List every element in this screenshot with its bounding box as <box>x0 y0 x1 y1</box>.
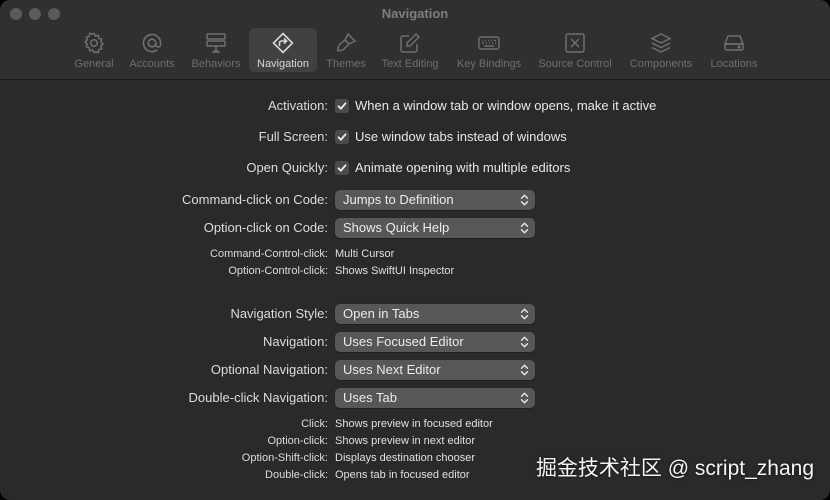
tab-label: Behaviors <box>191 58 241 70</box>
option-control-click-label: Option-Control-click: <box>228 265 328 277</box>
navigation-style-label: Navigation Style: <box>230 306 328 321</box>
tab-label: Key Bindings <box>456 58 522 70</box>
option-click-label: Option-click on Code: <box>203 220 328 235</box>
option-click-info-value: Shows preview in next editor <box>335 435 476 447</box>
click-info-value: Shows preview in focused editor <box>335 418 493 430</box>
navigation-icon <box>272 32 294 54</box>
gear-icon <box>83 32 105 54</box>
tab-navigation[interactable]: Navigation <box>249 28 317 72</box>
source-control-icon <box>565 33 585 53</box>
tab-accounts[interactable]: Accounts <box>124 28 180 72</box>
chevron-up-down-icon <box>520 336 529 348</box>
option-shift-click-info-label: Option-Shift-click: <box>241 452 328 464</box>
open-quickly-checkbox[interactable] <box>335 161 349 175</box>
behaviors-icon <box>206 33 226 53</box>
click-info-row: Click: Shows preview in focused editor <box>0 415 830 433</box>
activation-row: Activation: When a window tab or window … <box>0 96 830 118</box>
command-click-row: Command-click on Code: Jumps to Definiti… <box>0 190 830 212</box>
open-quickly-label: Open Quickly: <box>246 160 328 175</box>
navigation-value: Uses Focused Editor <box>343 334 464 349</box>
double-click-navigation-row: Double-click Navigation: Uses Tab <box>0 388 830 410</box>
drive-icon <box>723 35 745 51</box>
chevron-up-down-icon <box>520 222 529 234</box>
pencil-square-icon <box>400 32 421 53</box>
tab-text-editing[interactable]: Text Editing <box>376 28 444 72</box>
watermark: 掘金技术社区 @ script_zhang <box>535 457 814 480</box>
chevron-up-down-icon <box>520 194 529 206</box>
window-title: Navigation <box>381 6 449 21</box>
full-screen-row: Full Screen: Use window tabs instead of … <box>0 127 830 149</box>
option-click-info-label: Option-click: <box>267 435 328 447</box>
checkmark-icon <box>337 164 347 172</box>
open-quickly-row: Open Quickly: Animate opening with multi… <box>0 158 830 180</box>
tab-general[interactable]: General <box>70 28 118 72</box>
chevron-up-down-icon <box>520 392 529 404</box>
full-screen-checkbox-label[interactable]: Use window tabs instead of windows <box>355 129 567 144</box>
tab-label: Text Editing <box>381 58 439 70</box>
checkmark-icon <box>337 133 347 141</box>
option-click-info-row: Option-click: Shows preview in next edit… <box>0 432 830 450</box>
at-sign-icon <box>142 33 162 53</box>
layers-icon <box>650 33 672 53</box>
click-info-label: Click: <box>301 418 328 430</box>
navigation-label: Navigation: <box>262 334 328 349</box>
preferences-window: Navigation General Accounts Behaviors Na… <box>0 0 830 500</box>
double-click-navigation-popup[interactable]: Uses Tab <box>335 388 535 408</box>
tab-components[interactable]: Components <box>624 28 698 72</box>
command-click-popup[interactable]: Jumps to Definition <box>335 190 535 210</box>
tab-source-control[interactable]: Source Control <box>532 28 618 72</box>
chevron-up-down-icon <box>520 364 529 376</box>
activation-label: Activation: <box>268 98 328 113</box>
activation-checkbox[interactable] <box>335 99 349 113</box>
tab-key-bindings[interactable]: Key Bindings <box>452 28 526 72</box>
command-control-click-row: Command-Control-click: Multi Cursor <box>0 245 830 263</box>
command-click-value: Jumps to Definition <box>343 192 454 207</box>
tab-behaviors[interactable]: Behaviors <box>188 28 244 72</box>
command-click-label: Command-click on Code: <box>182 192 328 207</box>
navigation-style-row: Navigation Style: Open in Tabs <box>0 304 830 326</box>
option-control-click-row: Option-Control-click: Shows SwiftUI Insp… <box>0 262 830 280</box>
option-click-row: Option-click on Code: Shows Quick Help <box>0 218 830 240</box>
option-shift-click-info-value: Displays destination chooser <box>335 452 476 464</box>
tab-locations[interactable]: Locations <box>704 28 764 72</box>
navigation-style-popup[interactable]: Open in Tabs <box>335 304 535 324</box>
full-screen-checkbox[interactable] <box>335 130 349 144</box>
tab-label: Navigation <box>257 58 309 70</box>
chevron-up-down-icon <box>520 308 529 320</box>
tab-label: Themes <box>326 58 366 70</box>
tab-label: General <box>74 58 114 70</box>
tab-label: Source Control <box>538 58 612 70</box>
option-click-value: Shows Quick Help <box>343 220 450 235</box>
preferences-toolbar: Navigation General Accounts Behaviors Na… <box>0 0 830 80</box>
optional-navigation-label: Optional Navigation: <box>210 362 328 377</box>
tab-label: Locations <box>710 58 758 70</box>
brush-icon <box>336 32 357 52</box>
command-control-click-value: Multi Cursor <box>335 248 395 260</box>
optional-navigation-popup[interactable]: Uses Next Editor <box>335 360 535 380</box>
option-control-click-value: Shows SwiftUI Inspector <box>335 265 455 277</box>
navigation-style-value: Open in Tabs <box>343 306 420 321</box>
double-click-navigation-value: Uses Tab <box>343 390 397 405</box>
checkmark-icon <box>337 102 347 110</box>
option-click-popup[interactable]: Shows Quick Help <box>335 218 535 238</box>
double-click-info-label: Double-click: <box>265 469 328 481</box>
navigation-popup[interactable]: Uses Focused Editor <box>335 332 535 352</box>
double-click-navigation-label: Double-click Navigation: <box>188 390 328 405</box>
tab-themes[interactable]: Themes <box>322 28 370 72</box>
double-click-info-value: Opens tab in focused editor <box>335 469 470 481</box>
open-quickly-checkbox-label[interactable]: Animate opening with multiple editors <box>355 160 570 175</box>
navigation-settings-panel: Activation: When a window tab or window … <box>0 81 830 500</box>
navigation-row: Navigation: Uses Focused Editor <box>0 332 830 354</box>
optional-navigation-value: Uses Next Editor <box>343 362 441 377</box>
command-control-click-label: Command-Control-click: <box>210 248 328 260</box>
keyboard-icon <box>478 36 500 50</box>
activation-checkbox-label[interactable]: When a window tab or window opens, make … <box>355 98 656 113</box>
tab-label: Components <box>629 58 693 70</box>
tab-label: Accounts <box>129 58 175 70</box>
full-screen-label: Full Screen: <box>258 129 328 144</box>
optional-navigation-row: Optional Navigation: Uses Next Editor <box>0 360 830 382</box>
